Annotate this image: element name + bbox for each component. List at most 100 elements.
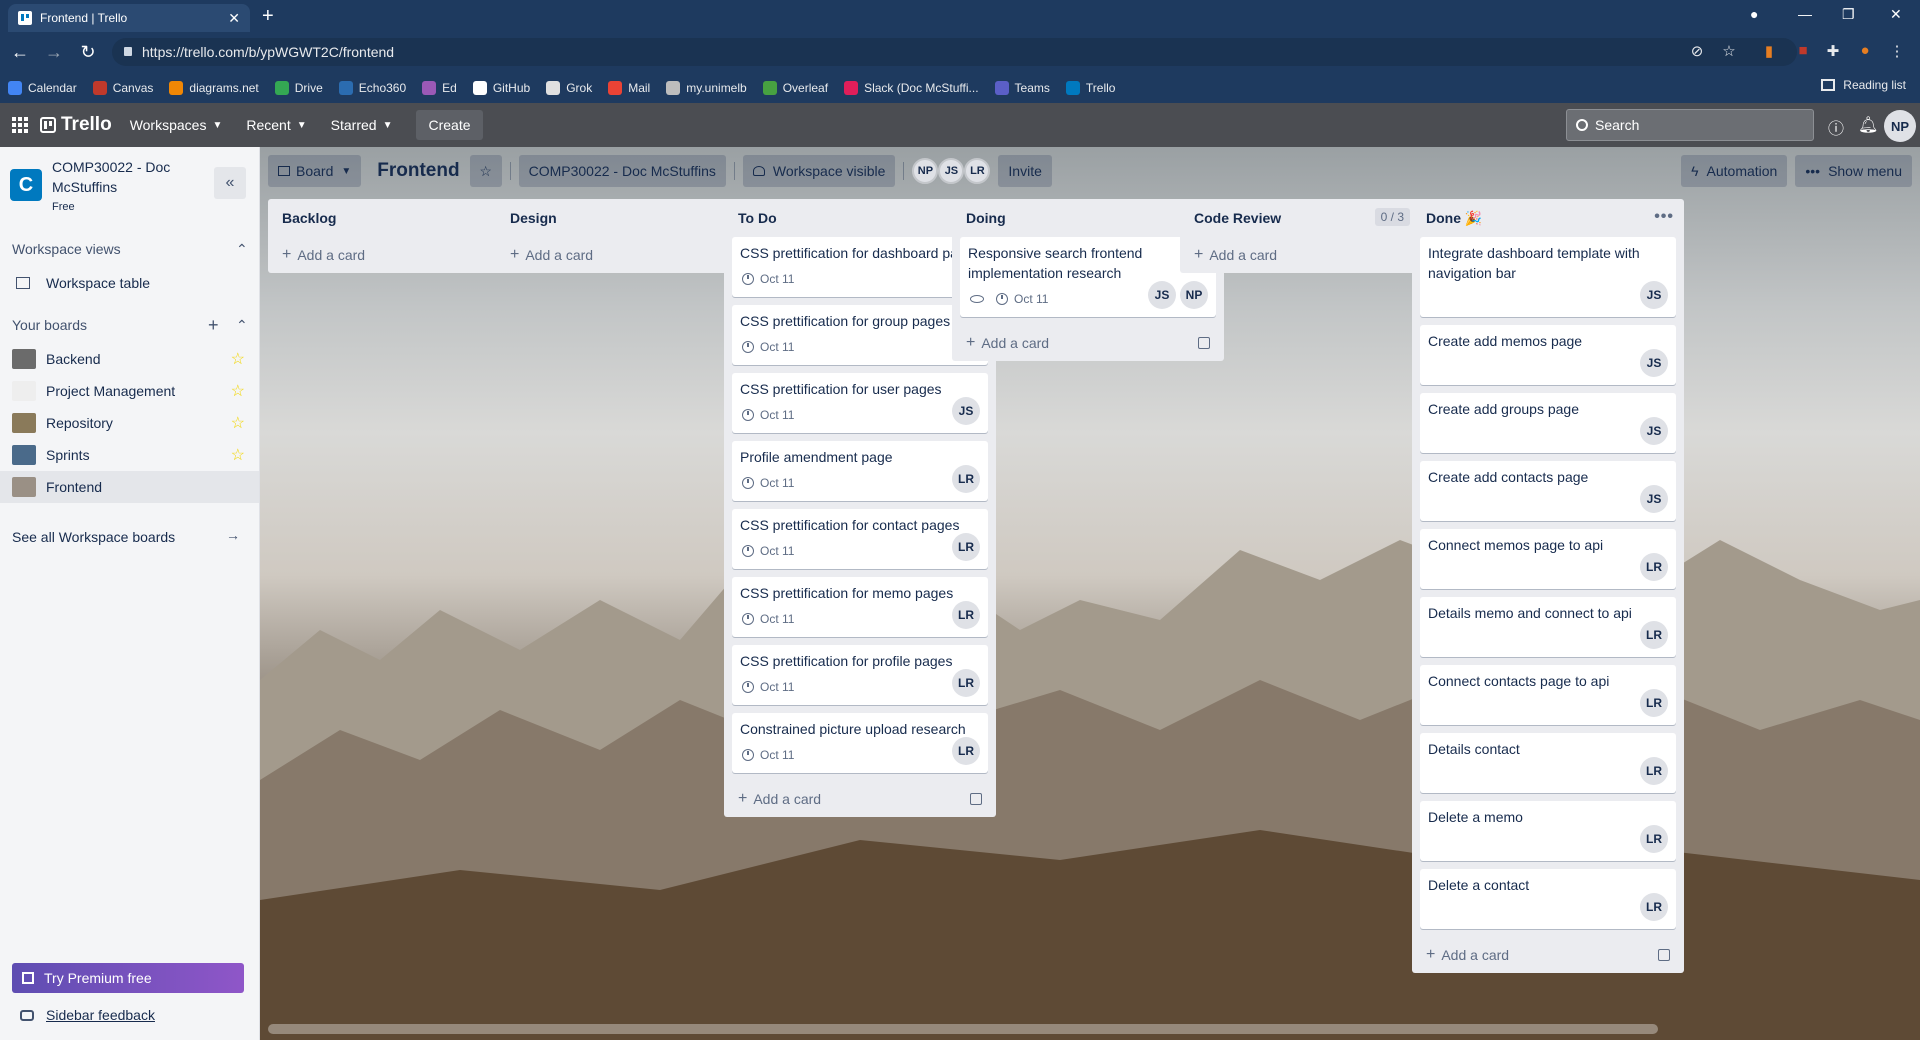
- card[interactable]: Integrate dashboard template with naviga…: [1420, 237, 1676, 317]
- card[interactable]: Create add memos page JS: [1420, 325, 1676, 385]
- member-avatar[interactable]: LR: [952, 737, 980, 765]
- card[interactable]: Create add groups page JS: [1420, 393, 1676, 453]
- member-avatar[interactable]: LR: [952, 669, 980, 697]
- board-title[interactable]: Frontend: [377, 160, 459, 182]
- bookmark-item[interactable]: GitHub: [472, 80, 530, 95]
- member-avatar[interactable]: JS: [1640, 417, 1668, 445]
- card[interactable]: CSS prettification for memo pages Oct 11 L…: [732, 577, 988, 637]
- add-card-button[interactable]: + Add a card: [724, 781, 996, 817]
- reload-button[interactable]: ↻: [74, 42, 102, 63]
- trello-logo[interactable]: Trello: [40, 114, 112, 136]
- card[interactable]: Details contact LR: [1420, 733, 1676, 793]
- bookmark-item[interactable]: my.unimelb: [666, 80, 747, 95]
- card[interactable]: Details memo and connect to api LR: [1420, 597, 1676, 657]
- extension-badge-icon[interactable]: ■: [1794, 42, 1812, 60]
- bookmark-item[interactable]: Ed: [422, 80, 457, 95]
- member-avatar[interactable]: LR: [1640, 893, 1668, 921]
- bookmark-star-icon[interactable]: ☆: [1720, 42, 1738, 60]
- sidebar-item-board[interactable]: Sprints ☆: [0, 439, 259, 471]
- member-avatar[interactable]: JS: [1148, 281, 1176, 309]
- card[interactable]: Delete a memo LR: [1420, 801, 1676, 861]
- star-board-button[interactable]: ☆: [469, 155, 502, 187]
- member-avatar[interactable]: NP: [1180, 281, 1208, 309]
- member-avatar[interactable]: LR: [1640, 825, 1668, 853]
- list-menu-icon[interactable]: •••: [1654, 208, 1674, 226]
- sidebar-item-board[interactable]: Repository ☆: [0, 407, 259, 439]
- bookmark-item[interactable]: Overleaf: [762, 80, 828, 95]
- member-avatar[interactable]: JS: [938, 158, 965, 184]
- list-header[interactable]: Done 🎉 •••: [1412, 199, 1684, 237]
- restore-button[interactable]: ❐: [1842, 6, 1855, 23]
- bookmark-item[interactable]: Grok: [546, 80, 592, 95]
- minimize-button[interactable]: —: [1798, 6, 1812, 22]
- bookmark-item[interactable]: Mail: [608, 80, 650, 95]
- bookmark-item[interactable]: Slack (Doc McStuffi...: [844, 80, 979, 95]
- chevron-up-icon[interactable]: ⌃: [236, 317, 248, 334]
- bookmark-item[interactable]: Echo360: [338, 80, 406, 95]
- bookmark-item[interactable]: Calendar: [8, 80, 77, 95]
- add-card-button[interactable]: + Add a card: [1412, 937, 1684, 973]
- member-avatar[interactable]: JS: [952, 397, 980, 425]
- recent-menu[interactable]: Recent ▼: [246, 117, 306, 133]
- card[interactable]: CSS prettification for user pages Oct 11 J…: [732, 373, 988, 433]
- browser-tab[interactable]: Frontend | Trello ✕: [8, 4, 250, 32]
- arrow-right-icon[interactable]: →: [226, 527, 240, 543]
- chevron-up-icon[interactable]: ⌃: [236, 241, 248, 258]
- sidebar-item-board[interactable]: Backend ☆: [0, 343, 259, 375]
- close-window-button[interactable]: ✕: [1890, 6, 1902, 23]
- user-avatar[interactable]: NP: [1884, 110, 1916, 142]
- star-icon[interactable]: ☆: [231, 381, 245, 401]
- sidebar-item-board[interactable]: Frontend: [0, 471, 259, 503]
- workspace-button[interactable]: COMP30022 - Doc McStuffins: [518, 155, 726, 187]
- member-avatar[interactable]: JS: [1640, 281, 1668, 309]
- browser-menu-icon[interactable]: ⋮: [1888, 42, 1906, 60]
- starred-menu[interactable]: Starred ▼: [331, 117, 393, 133]
- bookmark-item[interactable]: Canvas: [92, 80, 153, 95]
- card[interactable]: Responsive search frontend implementatio…: [960, 237, 1216, 317]
- member-avatar[interactable]: LR: [952, 465, 980, 493]
- automation-button[interactable]: ϟ Automation: [1681, 155, 1788, 187]
- see-all-boards-link[interactable]: See all Workspace boards: [12, 529, 175, 545]
- back-button[interactable]: ←: [6, 42, 34, 63]
- profile-icon[interactable]: ●: [1856, 42, 1874, 60]
- card-template-icon[interactable]: [1658, 949, 1670, 961]
- horizontal-scrollbar[interactable]: [268, 1024, 1658, 1034]
- card[interactable]: CSS prettification for dashboard page Oct…: [732, 237, 988, 297]
- member-avatar[interactable]: LR: [1640, 757, 1668, 785]
- bookmark-item[interactable]: diagrams.net: [169, 80, 259, 95]
- try-premium-button[interactable]: Try Premium free: [12, 963, 244, 993]
- info-icon[interactable]: ⓘ: [1826, 115, 1846, 138]
- sidebar-item-board[interactable]: Project Management ☆: [0, 375, 259, 407]
- board-view-switcher[interactable]: Board ▼: [268, 155, 362, 187]
- add-board-icon[interactable]: +: [208, 315, 219, 336]
- card[interactable]: Create add contacts page JS: [1420, 461, 1676, 521]
- member-avatar[interactable]: NP: [912, 158, 939, 184]
- invite-button[interactable]: Invite: [998, 155, 1052, 187]
- add-card-button[interactable]: + Add a card: [952, 325, 1224, 361]
- member-avatar[interactable]: JS: [1640, 485, 1668, 513]
- bookmark-item[interactable]: Trello: [1065, 80, 1115, 95]
- bookmark-item[interactable]: Teams: [994, 80, 1050, 95]
- card[interactable]: CSS prettification for group pages Oct 11…: [732, 305, 988, 365]
- sidebar-item-workspace-table[interactable]: Workspace table: [0, 267, 259, 299]
- close-tab-icon[interactable]: ✕: [228, 10, 240, 27]
- sidebar-feedback-link[interactable]: Sidebar feedback: [20, 1007, 155, 1023]
- card[interactable]: Profile amendment page Oct 11 LR: [732, 441, 988, 501]
- url-field[interactable]: https://trello.com/b/ypWGWT2C/frontend: [112, 38, 1797, 66]
- extension-icon[interactable]: ▮: [1760, 42, 1778, 60]
- new-tab-button[interactable]: +: [262, 5, 274, 28]
- card[interactable]: Connect contacts page to api LR: [1420, 665, 1676, 725]
- profile-dropdown-icon[interactable]: ●: [1750, 6, 1758, 22]
- tracking-off-icon[interactable]: ⊘: [1688, 42, 1706, 60]
- notifications-bell-icon[interactable]: 🔔︎: [1858, 115, 1878, 135]
- visibility-button[interactable]: Workspace visible: [742, 155, 896, 187]
- card[interactable]: Constrained picture upload research Oct 1…: [732, 713, 988, 773]
- member-avatar[interactable]: JS: [1640, 349, 1668, 377]
- star-icon[interactable]: ☆: [231, 445, 245, 465]
- create-button[interactable]: Create: [416, 110, 483, 140]
- show-menu-button[interactable]: ••• Show menu: [1795, 155, 1912, 187]
- app-switcher-icon[interactable]: [12, 117, 28, 133]
- member-avatar[interactable]: LR: [964, 158, 991, 184]
- workspaces-menu[interactable]: Workspaces ▼: [130, 117, 223, 133]
- collapse-sidebar-button[interactable]: «: [214, 167, 246, 199]
